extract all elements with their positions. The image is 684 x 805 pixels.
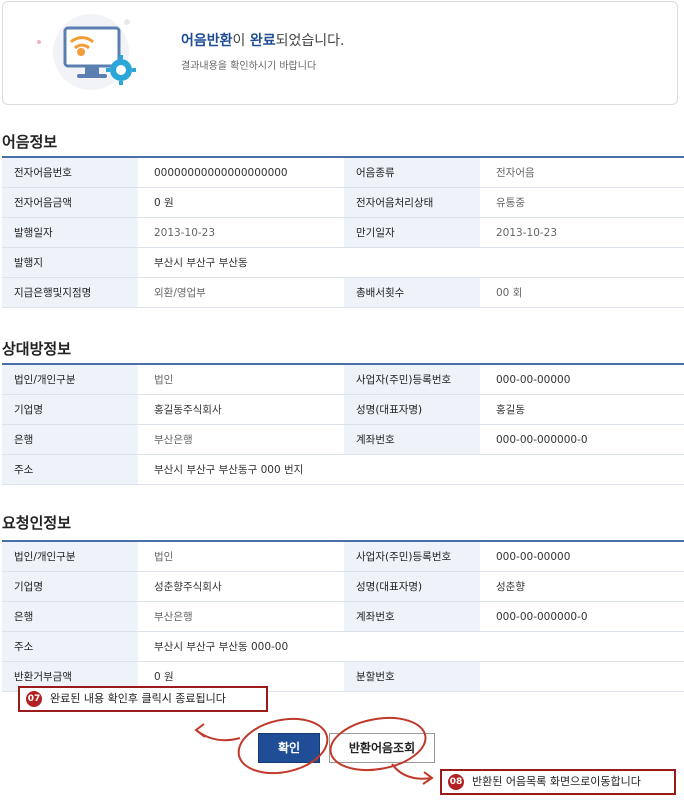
callout-text: 완료된 내용 확인후 클릭시 종료됩니다	[50, 692, 226, 705]
callout-number-badge: 08	[448, 774, 464, 790]
value-company-name: 성춘향주식회사	[138, 571, 344, 602]
label-address: 주소	[2, 454, 138, 485]
table-row: 법인/개인구분 법인 사업자(주민)등록번호 000-00-00000	[2, 364, 684, 395]
label-note-amount: 전자어음금액	[2, 187, 138, 218]
label-registration-number: 사업자(주민)등록번호	[344, 541, 480, 572]
label-issue-place: 발행지	[2, 247, 138, 278]
label-bank: 은행	[2, 601, 138, 632]
annotation-arrow-07	[195, 729, 241, 742]
value-registration-number: 000-00-00000	[480, 541, 684, 572]
table-row: 기업명 성춘향주식회사 성명(대표자명) 성춘향	[2, 571, 684, 602]
value-bank: 부산은행	[138, 424, 344, 455]
label-maturity-date: 만기일자	[344, 217, 480, 248]
confirm-button[interactable]: 확인	[258, 733, 320, 763]
value-issue-date: 2013-10-23	[138, 217, 344, 248]
label-paying-bank: 지급은행및지점명	[2, 277, 138, 308]
label-registration-number: 사업자(주민)등록번호	[344, 364, 480, 395]
label-note-type: 어음종류	[344, 157, 480, 188]
label-note-status: 전자어음처리상태	[344, 187, 480, 218]
completion-banner: 어음반환이 완료되었습니다. 결과내용을 확인하시기 바랍니다	[2, 1, 678, 105]
title-text-rest: 되었습니다.	[275, 33, 345, 49]
value-entity-type: 법인	[138, 364, 344, 395]
value-registration-number: 000-00-00000	[480, 364, 684, 395]
label-note-number: 전자어음번호	[2, 157, 138, 188]
label-entity-type: 법인/개인구분	[2, 364, 138, 395]
value-note-status: 유통중	[480, 187, 684, 218]
value-address: 부산시 부산구 부산동구 000 번지	[138, 454, 684, 485]
table-row: 전자어음번호 00000000000000000000 어음종류 전자어음	[2, 157, 684, 188]
completion-title: 어음반환이 완료되었습니다.	[181, 30, 345, 50]
monitor-wifi-gear-icon	[37, 14, 136, 90]
value-issue-place: 부산시 부산구 부산동	[138, 247, 684, 278]
table-row: 은행 부산은행 계좌번호 000-00-000000-0	[2, 424, 684, 455]
table-row: 은행 부산은행 계좌번호 000-00-000000-0	[2, 601, 684, 632]
callout-number-badge: 07	[26, 691, 42, 707]
title-emphasis-return: 어음반환	[181, 33, 233, 49]
value-account-number: 000-00-000000-0	[480, 601, 684, 632]
table-row: 발행지 부산시 부산구 부산동	[2, 247, 684, 278]
value-split-number	[480, 661, 684, 692]
table-row: 주소 부산시 부산구 부산동 000-00	[2, 631, 684, 662]
value-company-name: 홍길동주식회사	[138, 394, 344, 425]
label-bank: 은행	[2, 424, 138, 455]
label-entity-type: 법인/개인구분	[2, 541, 138, 572]
table-row: 발행일자 2013-10-23 만기일자 2013-10-23	[2, 217, 684, 248]
callout-08: 08 반환된 어음목록 화면으로이동합니다	[440, 769, 676, 795]
title-emphasis-complete: 완료	[249, 33, 276, 49]
title-text: 이	[232, 33, 250, 49]
callout-07: 07 완료된 내용 확인후 클릭시 종료됩니다	[18, 686, 268, 712]
label-company-name: 기업명	[2, 571, 138, 602]
table-row: 기업명 홍길동주식회사 성명(대표자명) 홍길동	[2, 394, 684, 425]
table-row: 전자어음금액 0 원 전자어음처리상태 유통중	[2, 187, 684, 218]
value-representative: 성춘향	[480, 571, 684, 602]
value-bank: 부산은행	[138, 601, 344, 632]
section-title-requester-info: 요청인정보	[2, 514, 72, 532]
label-issue-date: 발행일자	[2, 217, 138, 248]
label-address: 주소	[2, 631, 138, 662]
value-maturity-date: 2013-10-23	[480, 217, 684, 248]
value-paying-bank: 외환/영업부	[138, 277, 344, 308]
table-row: 법인/개인구분 법인 사업자(주민)등록번호 000-00-00000	[2, 541, 684, 572]
label-company-name: 기업명	[2, 394, 138, 425]
annotation-arrow-08-head	[422, 771, 434, 785]
label-representative: 성명(대표자명)	[344, 394, 480, 425]
counterparty-info-table: 법인/개인구분 법인 사업자(주민)등록번호 000-00-00000 기업명 …	[2, 363, 684, 485]
label-representative: 성명(대표자명)	[344, 571, 480, 602]
label-endorsement-count: 총배서횟수	[344, 277, 480, 308]
return-note-inquiry-button[interactable]: 반환어음조회	[329, 733, 435, 763]
value-entity-type: 법인	[138, 541, 344, 572]
value-representative: 홍길동	[480, 394, 684, 425]
completion-subtitle: 결과내용을 확인하시기 바랍니다	[181, 61, 317, 72]
note-info-table: 전자어음번호 00000000000000000000 어음종류 전자어음 전자…	[2, 156, 684, 308]
label-split-number: 분할번호	[344, 661, 480, 692]
table-row: 주소 부산시 부산구 부산동구 000 번지	[2, 454, 684, 485]
section-title-counterparty-info: 상대방정보	[2, 340, 72, 358]
label-account-number: 계좌번호	[344, 601, 480, 632]
value-note-type: 전자어음	[480, 157, 684, 188]
value-note-amount: 0 원	[138, 187, 344, 218]
label-account-number: 계좌번호	[344, 424, 480, 455]
annotation-arrow-08	[391, 763, 433, 780]
callout-text: 반환된 어음목록 화면으로이동합니다	[472, 775, 641, 788]
section-title-note-info: 어음정보	[2, 133, 58, 151]
value-note-number: 00000000000000000000	[138, 157, 344, 188]
annotation-arrow-07-head	[194, 723, 206, 738]
value-endorsement-count: 00 회	[480, 277, 684, 308]
value-address: 부산시 부산구 부산동 000-00	[138, 631, 684, 662]
table-row: 지급은행및지점명 외환/영업부 총배서횟수 00 회	[2, 277, 684, 308]
requester-info-table: 법인/개인구분 법인 사업자(주민)등록번호 000-00-00000 기업명 …	[2, 540, 684, 692]
value-account-number: 000-00-000000-0	[480, 424, 684, 455]
